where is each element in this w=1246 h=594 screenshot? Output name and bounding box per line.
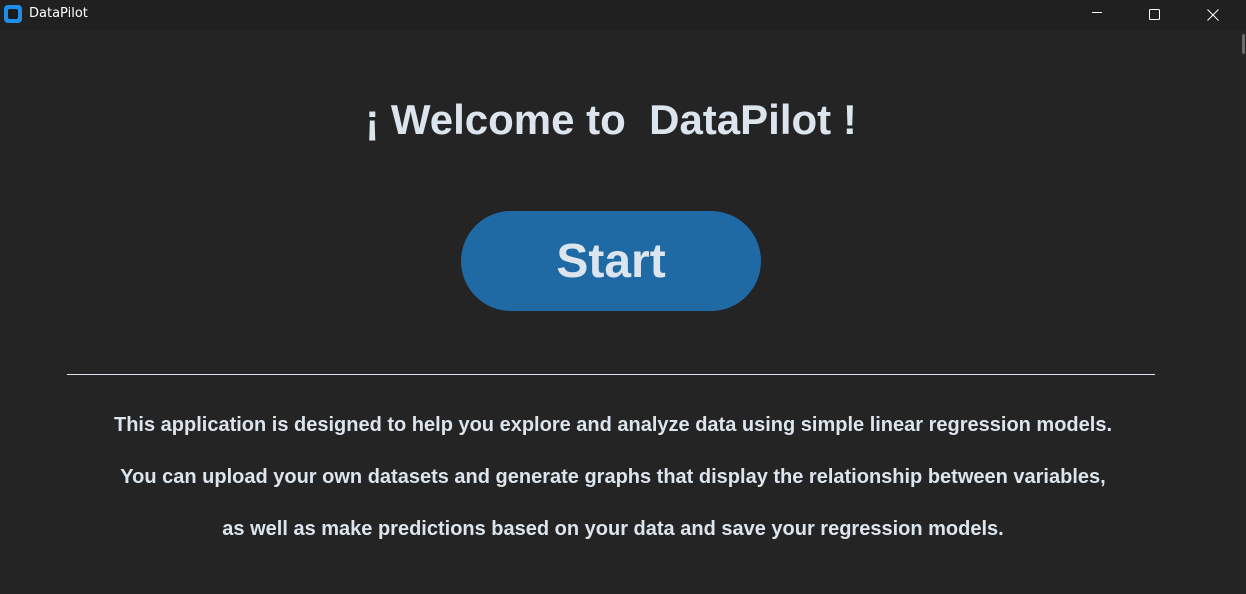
close-button[interactable] xyxy=(1190,0,1236,30)
description-line-2: You can upload your own datasets and gen… xyxy=(120,466,1106,488)
description-line-3: as well as make predictions based on you… xyxy=(222,518,1004,540)
divider xyxy=(67,374,1155,375)
close-icon xyxy=(1207,9,1219,21)
minimize-icon xyxy=(1092,12,1102,13)
maximize-button[interactable] xyxy=(1131,0,1177,30)
start-button[interactable]: Start xyxy=(461,211,761,311)
app-logo-icon xyxy=(4,5,22,23)
welcome-heading: ¡ Welcome to DataPilot ! xyxy=(365,96,857,143)
description-line-1: This application is designed to help you… xyxy=(113,414,1113,436)
app-window: DataPilot ¡ Welcome to DataPilot ! Start… xyxy=(0,0,1246,594)
maximize-icon xyxy=(1149,9,1160,20)
minimize-button[interactable] xyxy=(1074,0,1120,30)
vertical-scrollbar[interactable] xyxy=(1240,30,1246,594)
scrollbar-thumb[interactable] xyxy=(1242,34,1245,54)
title-bar[interactable]: DataPilot xyxy=(0,0,1246,30)
window-title: DataPilot xyxy=(29,6,88,21)
